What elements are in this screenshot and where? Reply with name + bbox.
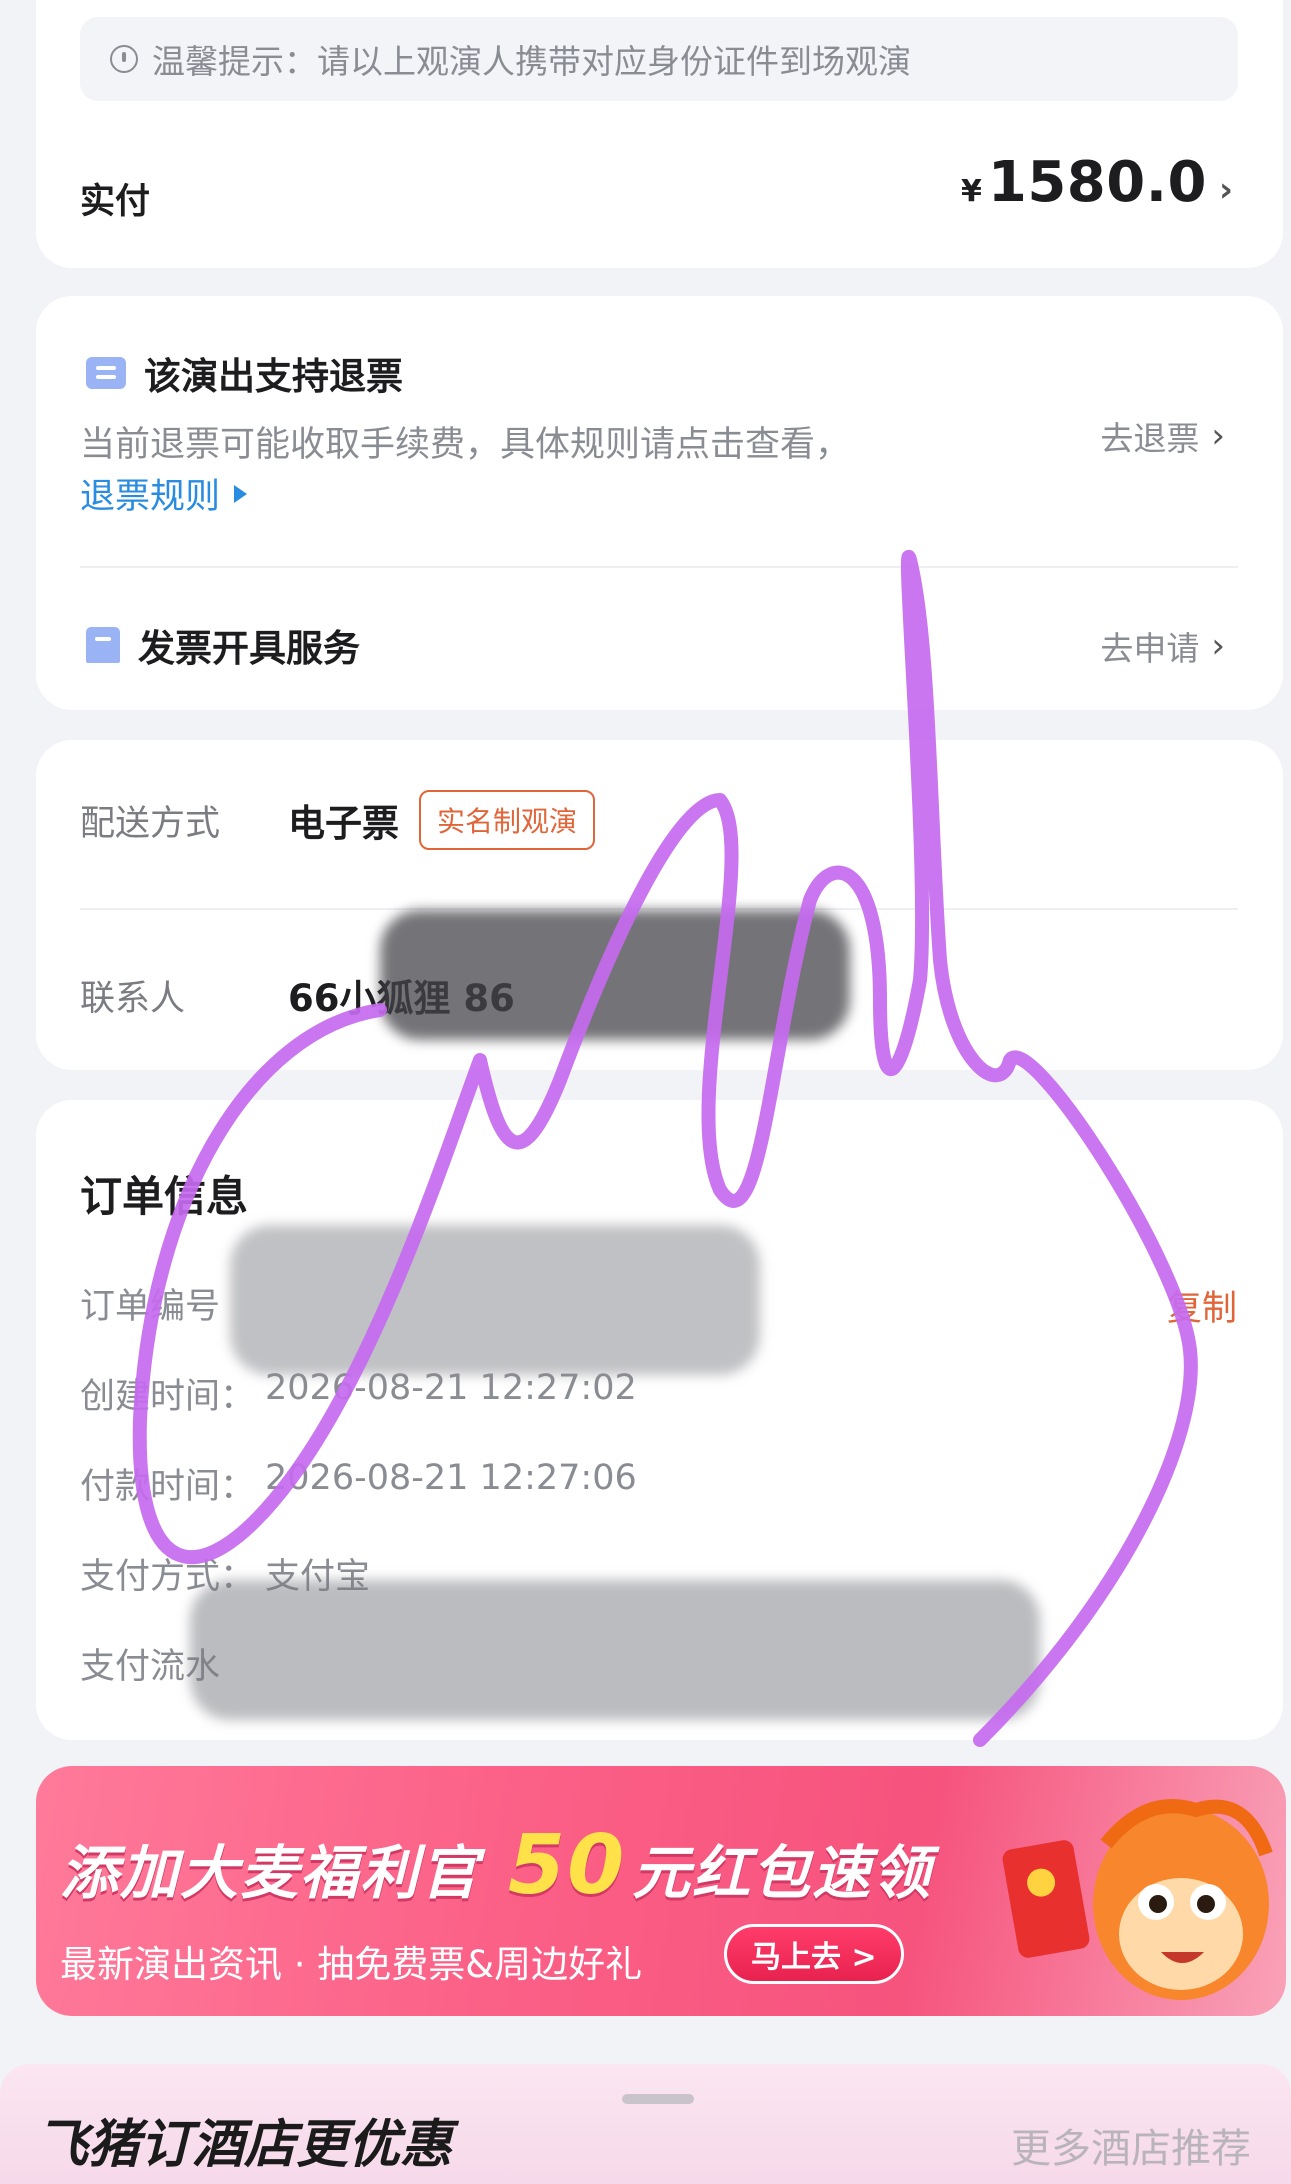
redaction-smudge (380, 910, 850, 1040)
go-refund-button[interactable]: 去退票 › (1100, 412, 1225, 460)
paid-time-value: 2026-08-21 12:27:06 (265, 1458, 637, 1498)
paid-time-row: 付款时间： 2026-08-21 12:27:06 (80, 1458, 637, 1509)
sheet-grab-handle[interactable] (622, 2094, 694, 2104)
banner-title: 添加大麦福利官 50 元红包速领 (60, 1818, 932, 1913)
paid-label: 实付 (80, 182, 151, 222)
created-time-label: 创建时间： (80, 1377, 256, 1417)
invoice-row[interactable]: 发票开具服务 (86, 618, 360, 672)
paid-time-label: 付款时间： (80, 1467, 256, 1507)
refund-description: 当前退票可能收取手续费，具体规则请点击查看， (80, 425, 851, 465)
banner-title-a: 添加大麦福利官 (60, 1839, 481, 1907)
created-time-row: 创建时间： 2026-08-21 12:27:02 (80, 1368, 637, 1419)
payment-card: 温馨提示：请以上观演人携带对应身份证件到场观演 实付 ¥ 1580.0 › (36, 0, 1283, 268)
banner-subtitle: 最新演出资讯 · 抽免费票&周边好礼 (60, 1943, 643, 1986)
delivery-method-row: 配送方式 电子票 实名制观演 (80, 790, 596, 850)
order-info-title: 订单信息 (80, 1172, 249, 1221)
go-refund-label: 去退票 (1100, 419, 1200, 458)
apply-invoice-label: 去申请 (1100, 629, 1200, 668)
banner-title-number: 50 (508, 1818, 627, 1913)
order-number-row: 订单编号 (80, 1278, 220, 1329)
divider (80, 566, 1238, 568)
chevron-right-icon: › (1218, 170, 1233, 210)
viewer-tip-text: 温馨提示：请以上观演人携带对应身份证件到场观演 (152, 42, 911, 81)
refund-rules-label: 退票规则 (80, 477, 221, 517)
refund-title: 该演出支持退票 (144, 355, 403, 398)
paid-amount-row[interactable]: ¥ 1580.0 › (961, 150, 1233, 215)
paid-amount: 1580.0 (987, 150, 1207, 215)
refund-header: 该演出支持退票 (86, 346, 403, 400)
redaction-smudge (230, 1225, 760, 1375)
banner-title-b: 元红包速领 (632, 1839, 933, 1907)
ticket-icon (86, 357, 126, 389)
apply-invoice-button[interactable]: 去申请 › (1100, 622, 1225, 670)
invoice-icon (86, 627, 120, 663)
chevron-right-icon: › (1211, 626, 1225, 666)
banner-go-button[interactable]: 马上去 > (724, 1924, 904, 1984)
real-name-badge: 实名制观演 (419, 790, 596, 850)
promo-banner[interactable]: 添加大麦福利官 50 元红包速领 最新演出资讯 · 抽免费票&周边好礼 马上去 … (36, 1766, 1286, 2016)
invoice-title: 发票开具服务 (138, 627, 360, 670)
refund-rules-link[interactable]: 退票规则 (80, 468, 248, 519)
viewer-tip: 温馨提示：请以上观演人携带对应身份证件到场观演 (80, 17, 1238, 101)
copy-button[interactable]: 复制 (1167, 1280, 1237, 1331)
play-arrow-icon (234, 484, 248, 503)
info-icon (110, 45, 138, 73)
contact-label: 联系人 (80, 978, 186, 1019)
chevron-right-icon: › (1211, 416, 1225, 456)
red-envelope-icon (1002, 1840, 1090, 1958)
order-number-label: 订单编号 (80, 1287, 221, 1327)
currency-symbol: ¥ (961, 174, 982, 209)
redaction-smudge (190, 1580, 1040, 1720)
created-time-value: 2026-08-21 12:27:02 (265, 1368, 637, 1408)
sheet-more-link[interactable]: 更多酒店推荐 (1011, 2116, 1251, 2174)
delivery-method-value: 电子票 (288, 802, 399, 845)
refund-card: 该演出支持退票 当前退票可能收取手续费，具体规则请点击查看， 退票规则 去退票 … (36, 296, 1283, 710)
mascot-illustration (1002, 1799, 1273, 2000)
sheet-title: 飞猪订酒店更优惠 (36, 2115, 453, 2175)
delivery-method-label: 配送方式 (80, 803, 221, 844)
hotel-bottom-sheet[interactable]: 飞猪订酒店更优惠 更多酒店推荐 (0, 2064, 1291, 2184)
